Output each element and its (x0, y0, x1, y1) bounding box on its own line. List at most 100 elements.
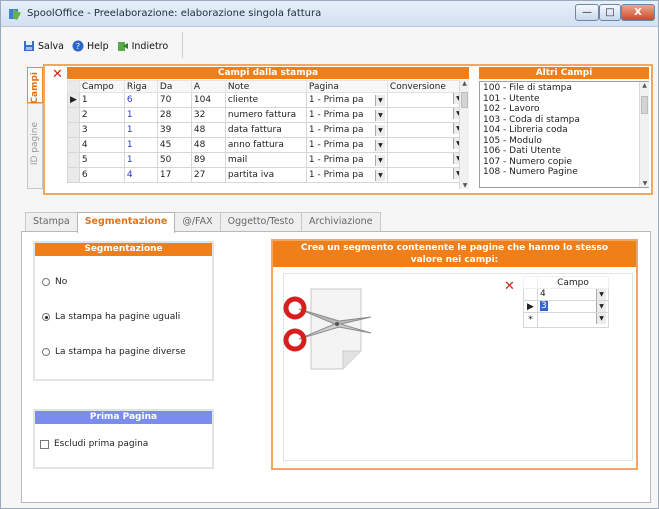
table-row[interactable]: 4 ▼ (523, 288, 609, 301)
cell-da[interactable]: 28 (156, 107, 192, 123)
cell-da[interactable]: 45 (156, 137, 192, 153)
cell-a[interactable]: 32 (190, 107, 226, 123)
chevron-down-icon[interactable]: ▼ (374, 169, 385, 181)
chevron-down-icon[interactable]: ▼ (596, 289, 606, 300)
cell-da[interactable]: 17 (156, 167, 192, 183)
chevron-down-icon[interactable]: ▼ (374, 109, 385, 121)
tab-oggetto-testo[interactable]: Oggetto/Testo (219, 212, 303, 232)
row-selector[interactable] (67, 137, 80, 153)
col-pagina[interactable]: Pagina (305, 80, 388, 93)
cell-campo-select[interactable]: 4 ▼ (537, 288, 609, 301)
cell-pagina-select[interactable]: 1 - Prima pa ▼ (305, 167, 388, 183)
col-campo[interactable]: Campo (78, 80, 125, 93)
back-button[interactable]: Indietro (117, 40, 168, 52)
chevron-down-icon[interactable]: ▼ (374, 94, 385, 106)
campi-grid-scrollbar[interactable]: ▲ ▼ (459, 80, 469, 189)
col-campo[interactable]: Campo (537, 276, 609, 289)
table-row[interactable]: ▶ 3 ▼ (523, 300, 609, 313)
scrollbar-thumb[interactable] (641, 96, 648, 114)
col-da[interactable]: Da (156, 80, 192, 93)
cell-conversione-select[interactable]: ▼ (386, 167, 466, 183)
cell-note[interactable]: cliente (224, 92, 307, 108)
row-selector[interactable] (67, 167, 80, 183)
radio-button[interactable] (42, 278, 50, 286)
cell-a[interactable]: 27 (190, 167, 226, 183)
close-button[interactable]: X (621, 4, 655, 21)
cell-conversione-select[interactable]: ▼ (386, 92, 466, 108)
list-item[interactable]: 101 - Utente (483, 94, 645, 105)
scroll-down-icon[interactable]: ▼ (640, 180, 650, 187)
scroll-up-icon[interactable]: ▲ (640, 82, 649, 89)
list-item[interactable]: 104 - Libreria coda (483, 125, 645, 136)
altri-campi-scrollbar[interactable]: ▲ ▼ (639, 82, 649, 187)
minimize-button[interactable]: — (575, 4, 599, 21)
table-row[interactable]: 5 1 50 89 mail 1 - Prima pa ▼ ▼ (67, 152, 466, 168)
side-tab-id-pagine[interactable]: ID pagine (27, 103, 43, 189)
row-selector[interactable] (67, 152, 80, 168)
cell-note[interactable]: anno fattura (224, 137, 307, 153)
cell-note[interactable]: numero fattura (224, 107, 307, 123)
tab-fax[interactable]: @/FAX (174, 212, 221, 232)
chevron-down-icon[interactable]: ▼ (596, 301, 606, 312)
cell-note[interactable]: mail (224, 152, 307, 168)
table-row[interactable]: 2 1 28 32 numero fattura 1 - Prima pa ▼ ▼ (67, 107, 466, 123)
table-row[interactable]: 4 1 45 48 anno fattura 1 - Prima pa ▼ ▼ (67, 137, 466, 153)
cell-conversione-select[interactable]: ▼ (386, 137, 466, 153)
cell-note[interactable]: partita iva (224, 167, 307, 183)
escludi-prima-pagina-checkbox[interactable]: Escludi prima pagina (40, 439, 148, 449)
chevron-down-icon[interactable]: ▼ (596, 313, 606, 324)
radio-button-selected[interactable] (42, 313, 50, 321)
cell-a[interactable]: 89 (190, 152, 226, 168)
maximize-button[interactable]: □ (599, 4, 621, 21)
radio-option-no[interactable]: No (42, 277, 67, 287)
table-row[interactable]: 6 4 17 27 partita iva 1 - Prima pa ▼ ▼ (67, 167, 466, 183)
scroll-down-icon[interactable]: ▼ (460, 182, 470, 189)
list-item[interactable]: 108 - Numero Pagine (483, 167, 645, 178)
col-note[interactable]: Note (224, 80, 307, 93)
cell-riga[interactable]: 1 (123, 137, 158, 153)
chevron-down-icon[interactable]: ▼ (374, 154, 385, 166)
cell-campo[interactable]: 1 (78, 92, 125, 108)
radio-option-pagine-diverse[interactable]: La stampa ha pagine diverse (42, 347, 186, 357)
cell-note[interactable]: data fattura (224, 122, 307, 138)
tab-archiviazione[interactable]: Archiviazione (301, 212, 381, 232)
list-item[interactable]: 107 - Numero copie (483, 157, 645, 168)
radio-button[interactable] (42, 348, 50, 356)
cell-riga[interactable]: 1 (123, 122, 158, 138)
cell-conversione-select[interactable]: ▼ (386, 152, 466, 168)
tab-stampa[interactable]: Stampa (25, 212, 78, 232)
cell-campo[interactable]: 4 (78, 137, 125, 153)
altri-campi-list[interactable]: 100 - File di stampa 101 - Utente 102 - … (479, 81, 649, 188)
cell-campo-select[interactable]: ▼ (537, 312, 609, 328)
row-selector[interactable] (67, 107, 80, 123)
row-selector[interactable] (67, 122, 80, 138)
col-riga[interactable]: Riga (123, 80, 158, 93)
cell-conversione-select[interactable]: ▼ (386, 107, 466, 123)
col-a[interactable]: A (190, 80, 226, 93)
cell-conversione-select[interactable]: ▼ (386, 122, 466, 138)
chevron-down-icon[interactable]: ▼ (374, 124, 385, 136)
list-item[interactable]: 102 - Lavoro (483, 104, 645, 115)
col-conversione[interactable]: Conversione (386, 80, 466, 93)
side-tab-campi[interactable]: Campi (27, 67, 43, 104)
cell-a[interactable]: 104 (190, 92, 226, 108)
table-row[interactable]: * ▼ (523, 312, 609, 328)
cell-a[interactable]: 48 (190, 137, 226, 153)
cell-pagina-select[interactable]: 1 - Prima pa ▼ (305, 152, 388, 168)
tab-segmentazione[interactable]: Segmentazione (76, 212, 176, 233)
delete-row-icon[interactable]: ✕ (52, 67, 63, 82)
cell-riga[interactable]: 4 (123, 167, 158, 183)
list-item[interactable]: 100 - File di stampa (483, 83, 645, 94)
cell-riga[interactable]: 6 (123, 92, 158, 108)
cell-campo[interactable]: 2 (78, 107, 125, 123)
cell-campo-select[interactable]: 3 ▼ (537, 300, 609, 313)
cell-pagina-select[interactable]: 1 - Prima pa ▼ (305, 92, 388, 108)
row-selector[interactable] (523, 288, 538, 301)
cell-riga[interactable]: 1 (123, 107, 158, 123)
scrollbar-thumb[interactable] (461, 92, 468, 108)
help-button[interactable]: ? Help (72, 40, 109, 52)
cell-pagina-select[interactable]: 1 - Prima pa ▼ (305, 137, 388, 153)
cell-da[interactable]: 70 (156, 92, 192, 108)
save-button[interactable]: Salva (23, 40, 64, 52)
cell-a[interactable]: 48 (190, 122, 226, 138)
